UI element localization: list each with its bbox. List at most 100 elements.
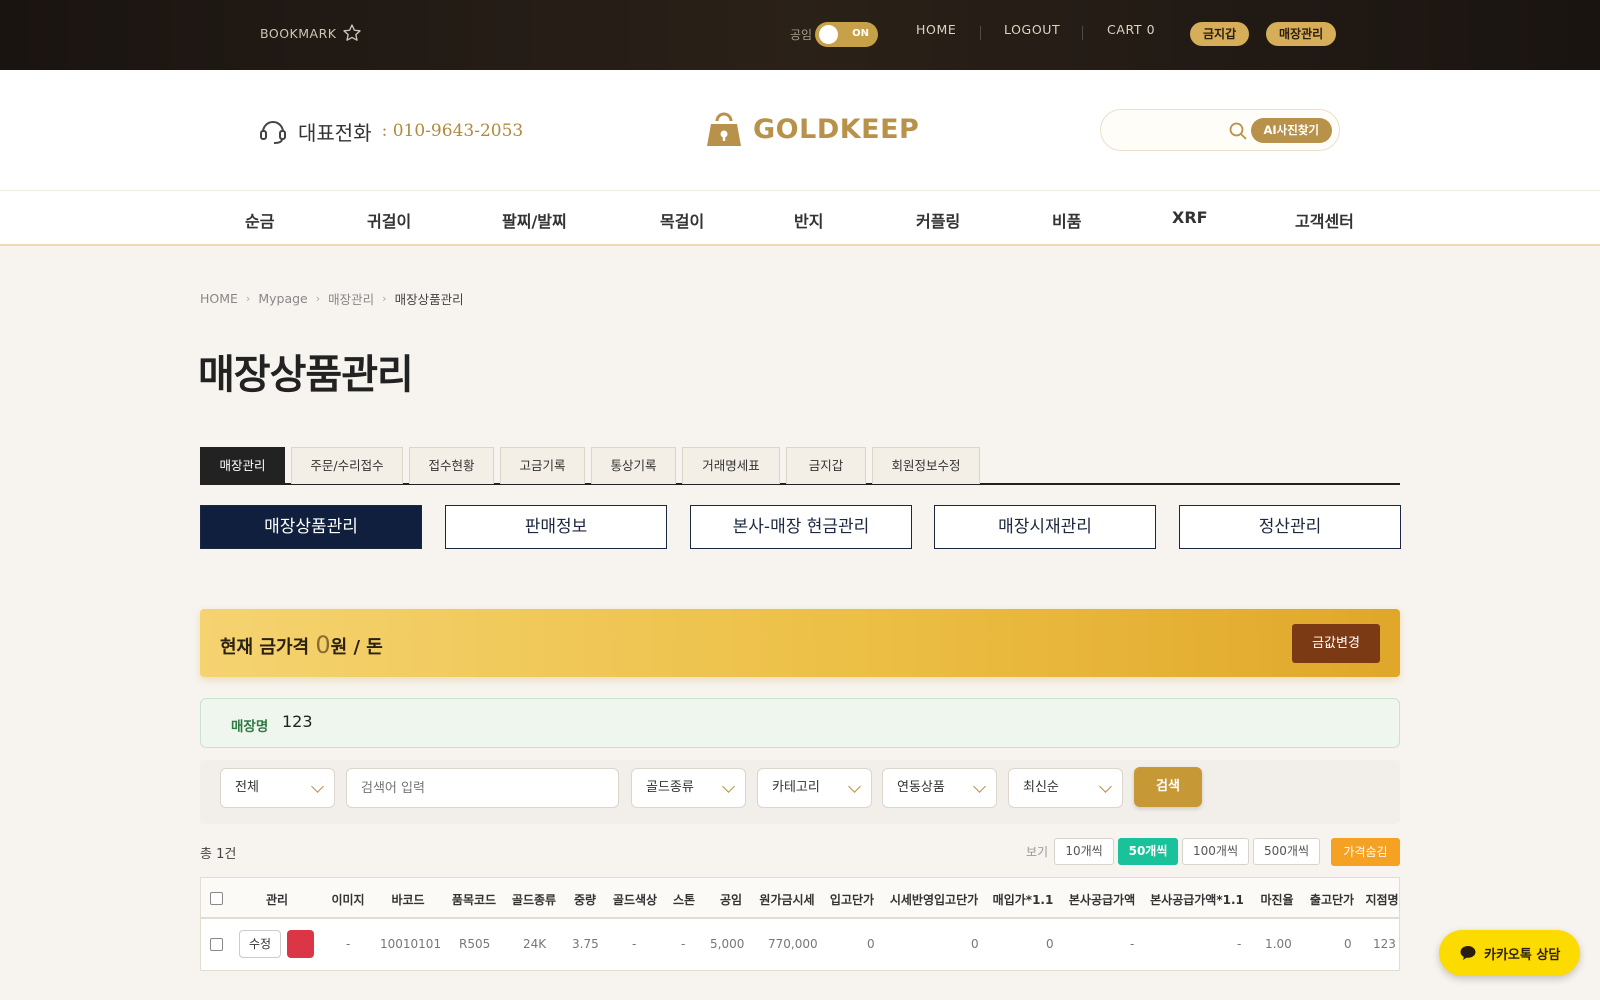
tab-receipt-status[interactable]: 접수현황: [409, 447, 494, 484]
gold-price-suffix: 원 / 돈: [330, 637, 383, 658]
gnb-item-bracelets[interactable]: 팔찌/발찌: [502, 208, 567, 232]
header-search[interactable]: AI사진찾기: [1100, 109, 1340, 151]
star-icon: [343, 24, 362, 41]
cell-barcode: 10010101: [380, 937, 442, 951]
search-input[interactable]: [346, 768, 619, 808]
cell-gold-type: 24K: [523, 937, 547, 951]
subtab-store-products[interactable]: 매장상품관리: [200, 505, 422, 549]
category-select[interactable]: 카테고리: [757, 768, 872, 808]
store-manage-pill[interactable]: 매장관리: [1266, 22, 1337, 46]
edit-button[interactable]: 수정: [239, 930, 281, 958]
search-button[interactable]: 검색: [1134, 767, 1202, 807]
delete-button[interactable]: [287, 930, 314, 958]
cell-weight: 3.75: [572, 937, 599, 951]
page-size-100-button[interactable]: 100개씩: [1182, 838, 1249, 865]
subtab-cash-manage[interactable]: 본사-매장 현금관리: [690, 505, 912, 549]
page-size-500-button[interactable]: 500개씩: [1253, 838, 1320, 865]
search-icon[interactable]: [1228, 121, 1248, 141]
gnb-item-rings[interactable]: 반지: [794, 208, 823, 232]
gnb-item-pure-gold[interactable]: 순금: [245, 208, 274, 232]
change-gold-price-button[interactable]: 금값변경: [1292, 624, 1380, 663]
linked-product-select[interactable]: 연동상품: [882, 768, 997, 808]
th-gold-color: 골드색상: [612, 893, 658, 907]
site-header: 대표전화 : 010-9643-2053 GOLDKEEP AI사진찾기: [0, 70, 1600, 190]
nav-divider: [980, 26, 981, 40]
cell-stone: -: [681, 937, 686, 951]
tab-old-gold[interactable]: 고금기록: [500, 447, 585, 484]
site-logo[interactable]: GOLDKEEP: [703, 108, 919, 150]
subtab-sales-info[interactable]: 판매정보: [445, 505, 667, 549]
kakao-chat-button[interactable]: 카카오톡 상담: [1439, 930, 1580, 976]
th-buy-price: 매입가*1.1: [992, 893, 1054, 907]
th-labor: 공임: [719, 893, 743, 907]
select-all-checkbox[interactable]: [210, 892, 223, 905]
gnb-item-supplies[interactable]: 비품: [1052, 208, 1081, 232]
cell-cost-gold-price: 770,000: [768, 937, 818, 951]
nav-cart[interactable]: CART 0: [1107, 22, 1155, 37]
chat-bubble-icon: [1460, 946, 1476, 960]
scope-select-value: 전체: [235, 780, 259, 795]
breadcrumb-home[interactable]: HOME: [200, 291, 238, 306]
cell-out-price: 0: [1344, 937, 1352, 951]
th-margin: 마진율: [1260, 893, 1294, 907]
ai-photo-search-button[interactable]: AI사진찾기: [1250, 118, 1332, 143]
gold-price-text: 현재 금가격 0원 / 돈: [220, 631, 383, 659]
th-weight: 중량: [573, 893, 597, 907]
th-gold-type: 골드종류: [511, 893, 557, 907]
table-header: 관리 이미지 바코드 품목코드 골드종류 중량 골드색상 스톤 공임 원가금시세…: [201, 878, 1399, 919]
th-in-price-adjusted: 시세반영입고단가: [889, 893, 979, 907]
tab-gold-wallet[interactable]: 금지갑: [786, 447, 866, 484]
tab-member-info[interactable]: 회원정보수정: [872, 447, 980, 484]
store-name-box: 매장명 123: [200, 698, 1400, 748]
tab-order-repair[interactable]: 주문/수리접수: [291, 447, 403, 484]
breadcrumb-current: 매장상품관리: [394, 292, 464, 307]
sort-select[interactable]: 최신순: [1008, 768, 1123, 808]
filter-bar: 전체 골드종류 카테고리 연동상품 최신순 검색: [200, 760, 1400, 824]
scope-select[interactable]: 전체: [220, 768, 335, 808]
gnb-item-xrf[interactable]: XRF: [1172, 208, 1208, 227]
logo-text: GOLDKEEP: [753, 113, 920, 145]
hide-price-button[interactable]: 가격숨김: [1331, 838, 1400, 866]
bookmark-link[interactable]: BOOKMARK: [260, 23, 362, 43]
gongim-label: 공임: [790, 28, 813, 42]
phone-label: 대표전화: [298, 120, 372, 145]
cell-in-price-adjusted: 0: [971, 937, 979, 951]
chevron-right-icon: ›: [315, 292, 321, 305]
chevron-down-icon: [973, 780, 986, 793]
breadcrumb-mypage[interactable]: Mypage: [258, 291, 307, 306]
cell-hq-supply: -: [1130, 937, 1135, 951]
gold-type-select[interactable]: 골드종류: [631, 768, 746, 808]
tab-general-record[interactable]: 통상기록: [591, 447, 676, 484]
cell-gold-color: -: [632, 937, 637, 951]
nav-home[interactable]: HOME: [916, 22, 956, 37]
tab-statement[interactable]: 거래명세표: [682, 447, 780, 484]
page-size-50-button[interactable]: 50개씩: [1118, 838, 1178, 865]
th-cost-gold-price: 원가금시세: [759, 893, 815, 907]
kakao-chat-label: 카카오톡 상담: [1484, 947, 1561, 963]
store-name-value: 123: [282, 712, 313, 731]
gnb-item-earrings[interactable]: 귀걸이: [367, 208, 411, 232]
row-checkbox[interactable]: [210, 938, 223, 951]
gnb-item-customer-center[interactable]: 고객센터: [1295, 208, 1354, 232]
category-select-value: 카테고리: [772, 780, 820, 795]
top-bar: BOOKMARK 공임 ON HOME LOGOUT CART 0 금지갑 매장…: [0, 0, 1600, 70]
nav-logout[interactable]: LOGOUT: [1004, 22, 1060, 37]
nav-divider: [1082, 26, 1083, 40]
gold-type-select-value: 골드종류: [646, 780, 694, 795]
breadcrumb-store-manage[interactable]: 매장관리: [328, 289, 374, 308]
gold-bag-logo-icon: [707, 112, 741, 146]
gold-wallet-pill[interactable]: 금지갑: [1190, 22, 1250, 46]
tab-store-manage[interactable]: 매장관리: [200, 447, 285, 484]
gongim-toggle[interactable]: ON: [815, 22, 878, 47]
page-size-10-button[interactable]: 10개씩: [1054, 838, 1114, 865]
th-branch: 지점명: [1365, 893, 1399, 907]
chevron-down-icon: [722, 780, 735, 793]
chevron-right-icon: ›: [245, 292, 251, 305]
chevron-right-icon: ›: [382, 292, 387, 305]
cell-labor: 5,000: [710, 937, 745, 951]
subtab-settlement[interactable]: 정산관리: [1179, 505, 1401, 549]
gnb-item-necklaces[interactable]: 목걸이: [660, 208, 704, 232]
subtab-cash-on-hand[interactable]: 매장시재관리: [934, 505, 1156, 549]
chevron-down-icon: [848, 780, 861, 793]
gnb-item-couple-rings[interactable]: 커플링: [916, 208, 960, 232]
